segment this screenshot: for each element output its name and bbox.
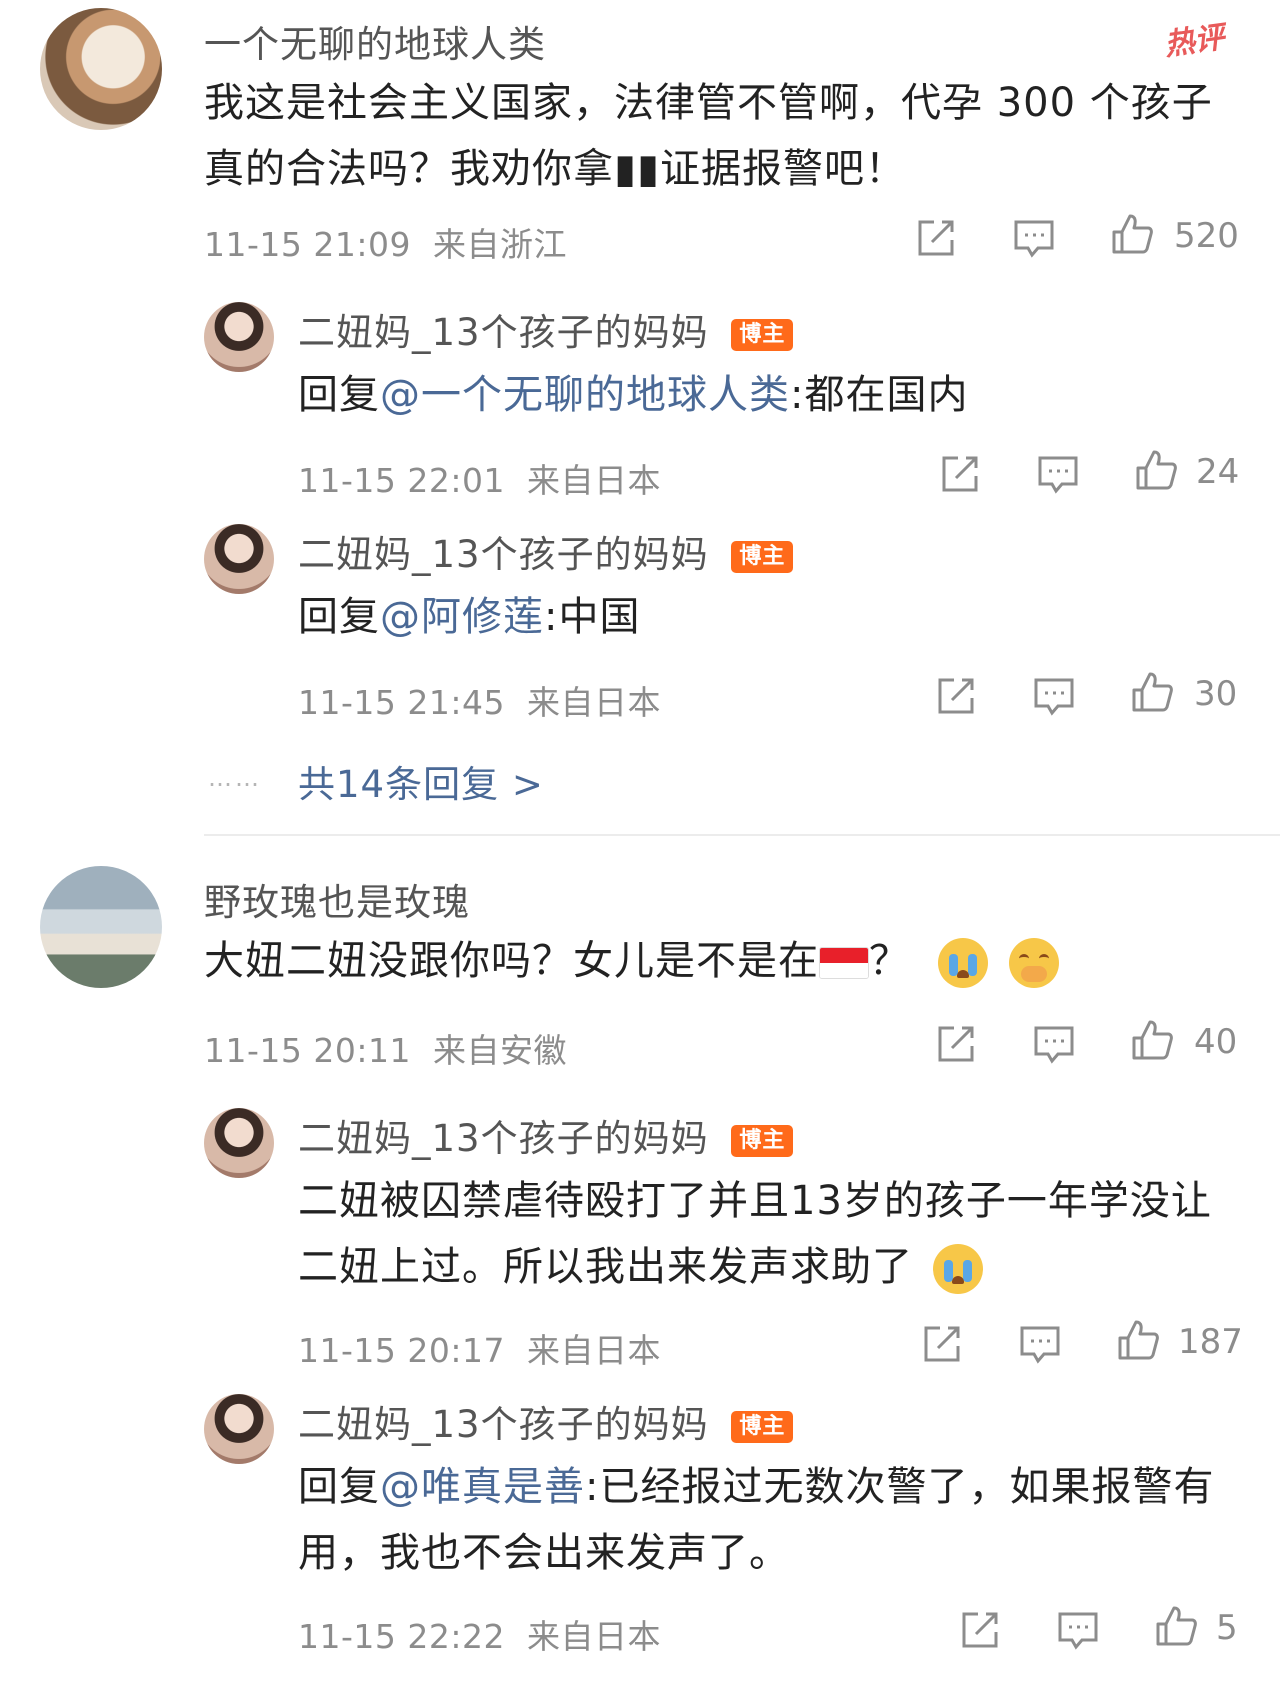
comment-time: 11-15 21:09 [204,225,411,264]
comment-body: 大妞二妞没跟你吗？女儿是不是在 [204,938,819,984]
singapore-flag-emoji [819,947,869,979]
share-icon[interactable] [938,452,982,496]
avatar[interactable] [204,1108,274,1178]
crying-face-emoji [937,938,988,988]
reply-meta: 11-15 21:45 来自日本 [298,676,661,724]
reply-prefix: 回复 [298,594,380,640]
hand-over-mouth-emoji [1009,938,1060,988]
reply-username-text: 二妞妈_13个孩子的妈妈 [298,311,709,354]
avatar[interactable] [204,524,274,594]
thumbs-up-icon[interactable] [1154,1604,1198,1648]
divider [204,834,1280,836]
reply-location: 来自日本 [526,683,661,722]
comment-time: 11-15 20:11 [204,1031,411,1070]
thumbs-up-icon[interactable] [1130,670,1174,714]
comment-icon[interactable] [1036,452,1080,496]
reply-time: 11-15 22:22 [298,1617,505,1656]
reply-username[interactable]: 二妞妈_13个孩子的妈妈 博主 [298,1394,794,1448]
comment-username[interactable]: 一个无聊的地球人类 [204,14,546,68]
thumbs-up-icon[interactable] [1110,212,1154,256]
reply-meta: 11-15 22:22 来自日本 [298,1610,661,1658]
author-badge: 博主 [731,1411,794,1443]
reply-meta: 11-15 22:01 来自日本 [298,454,661,502]
more-replies-link[interactable]: 共14条回复 > [298,754,544,808]
hot-comment-label: 热评 [1162,19,1227,63]
reply-location: 来自日本 [526,461,661,500]
like-count: 24 [1196,452,1240,492]
reply-text: 回复@唯真是善:已经报过无数次警了，如果报警有用，我也不会出来发声了。 [298,1454,1238,1586]
mention-link[interactable]: @阿修莲 [380,594,544,640]
thumbs-up-icon[interactable] [1130,1018,1174,1062]
reply-username-text: 二妞妈_13个孩子的妈妈 [298,533,709,576]
thumbs-up-icon[interactable] [1134,448,1178,492]
like-count: 520 [1174,216,1239,256]
comment-location: 来自浙江 [432,225,567,264]
reply-meta: 11-15 20:17 来自日本 [298,1324,661,1372]
reply-prefix: 回复 [298,1464,380,1510]
share-icon[interactable] [958,1608,1002,1652]
comment-username[interactable]: 野玫瑰也是玫瑰 [204,872,470,926]
reply-time: 11-15 22:01 [298,461,505,500]
comment-icon[interactable] [1032,1022,1076,1066]
avatar[interactable] [204,302,274,372]
reply-text: 回复@阿修莲:中国 [298,584,1238,650]
mention-link[interactable]: @唯真是善 [380,1464,585,1510]
comment-icon[interactable] [1018,1322,1062,1366]
reply-username-text: 二妞妈_13个孩子的妈妈 [298,1403,709,1446]
thumbs-up-icon[interactable] [1116,1318,1160,1362]
avatar[interactable] [40,866,162,988]
reply-username-text: 二妞妈_13个孩子的妈妈 [298,1117,709,1160]
comment-icon[interactable] [1032,674,1076,718]
comment-icon[interactable] [1056,1608,1100,1652]
share-icon[interactable] [920,1322,964,1366]
share-icon[interactable] [934,674,978,718]
comment-location: 来自安徽 [432,1031,567,1070]
comment-meta: 11-15 20:11 来自安徽 [204,1024,567,1072]
reply-body: 二妞被囚禁虐待殴打了并且13岁的孩子一年学没让二妞上过。所以我出来发声求助了 [298,1178,1212,1290]
share-icon[interactable] [914,216,958,260]
comment-icon[interactable] [1012,216,1056,260]
crying-face-emoji [932,1244,983,1294]
avatar[interactable] [204,1394,274,1464]
mention-link[interactable]: @一个无聊的地球人类 [380,372,790,418]
avatar[interactable] [40,8,162,130]
comment-body-end: ？ [869,938,910,984]
like-count: 187 [1178,1322,1243,1362]
reply-text: 回复@一个无聊的地球人类:都在国内 [298,362,1238,428]
comment-text: 我这是社会主义国家，法律管不管啊，代孕 300 个孩子真的合法吗？我劝你拿▮▮证… [204,80,1213,192]
reply-location: 来自日本 [526,1331,661,1370]
share-icon[interactable] [934,1022,978,1066]
author-badge: 博主 [731,541,794,573]
reply-text: 二妞被囚禁虐待殴打了并且13岁的孩子一年学没让二妞上过。所以我出来发声求助了 [298,1168,1228,1300]
like-count: 30 [1194,674,1238,714]
comment-text: 大妞二妞没跟你吗？女儿是不是在 ？ [204,928,1244,994]
reply-username[interactable]: 二妞妈_13个孩子的妈妈 博主 [298,302,794,356]
reply-username[interactable]: 二妞妈_13个孩子的妈妈 博主 [298,524,794,578]
reply-body: :都在国内 [790,372,969,418]
more-replies-dots: …… [208,764,262,792]
reply-location: 来自日本 [526,1617,661,1656]
like-count: 5 [1216,1608,1238,1648]
reply-prefix: 回复 [298,372,380,418]
like-count: 40 [1194,1022,1238,1062]
reply-time: 11-15 21:45 [298,683,505,722]
reply-time: 11-15 20:17 [298,1331,505,1370]
author-badge: 博主 [731,1125,794,1157]
reply-username[interactable]: 二妞妈_13个孩子的妈妈 博主 [298,1108,794,1162]
author-badge: 博主 [731,319,794,351]
comment-meta: 11-15 21:09 来自浙江 [204,218,567,266]
reply-body: :中国 [544,594,641,640]
